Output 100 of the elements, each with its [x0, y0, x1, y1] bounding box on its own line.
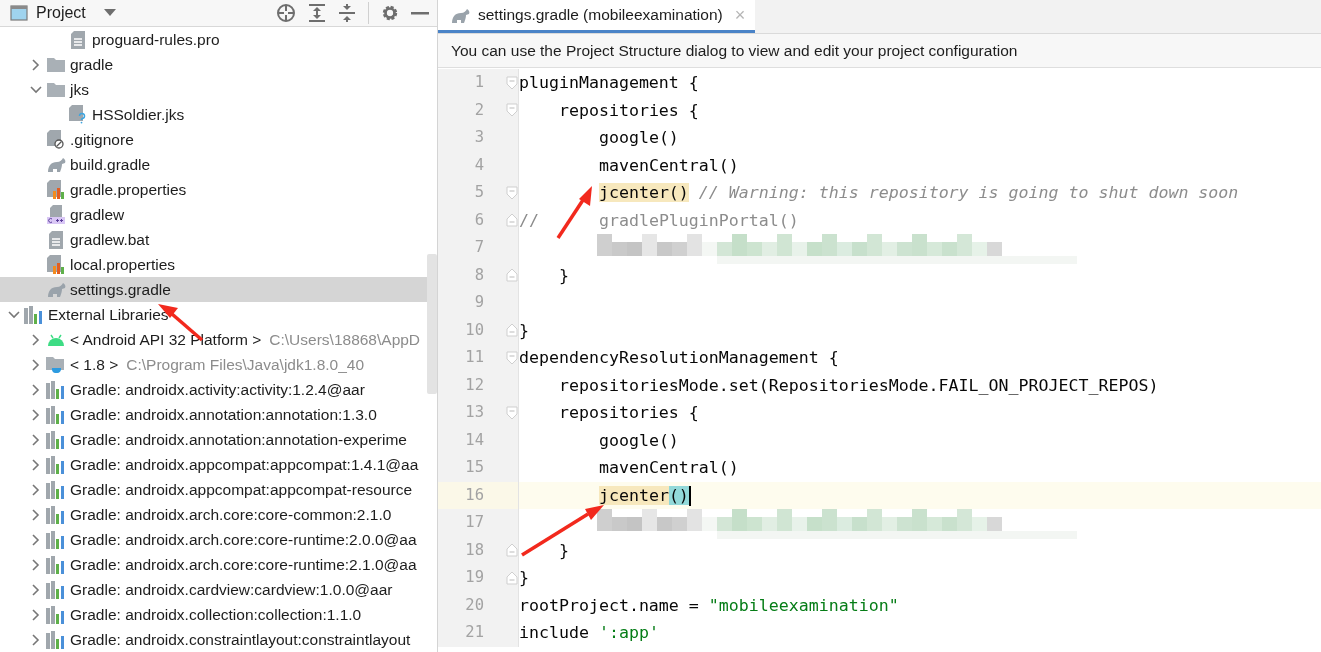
crosshair-icon[interactable] — [276, 3, 296, 23]
chevron-right-icon[interactable] — [32, 508, 40, 521]
chevron-down-icon[interactable] — [30, 85, 42, 94]
chevron-right-icon[interactable] — [32, 483, 40, 496]
tree-item[interactable]: External Libraries — [0, 302, 427, 327]
line-number: 11 — [464, 347, 484, 368]
properties-file-icon — [47, 255, 65, 274]
tree-item[interactable]: local.properties — [0, 252, 427, 277]
line-number: 2 — [473, 99, 484, 121]
item-label: Gradle: androidx.appcompat:appcompat:1.4.1@aa — [70, 455, 419, 474]
line-number: 15 — [464, 457, 484, 478]
code-text: mavenCentral() — [598, 458, 739, 477]
fold-marker-icon[interactable] — [506, 75, 518, 90]
tree-item[interactable]: < 1.8 > C:\Program Files\Java\jdk1.8.0_40 — [0, 352, 427, 377]
info-banner: You can use the Project Structure dialog to view and edit your project configuration — [438, 34, 1321, 68]
chevron-right-icon[interactable] — [32, 583, 40, 596]
item-label: HSSoldier.jks — [92, 105, 185, 124]
chevron-right-icon[interactable] — [32, 433, 40, 446]
code-text: repositories { — [558, 403, 699, 422]
tree-item[interactable]: Gradle: androidx.cardview:cardview:1.0.0@aar — [0, 577, 427, 602]
chevron-right-icon[interactable] — [32, 558, 40, 571]
chevron-right-icon[interactable] — [32, 58, 40, 71]
chevron-right-icon[interactable] — [32, 358, 40, 371]
tree-item[interactable]: Gradle: androidx.activity:activity:1.2.4@aar — [0, 377, 427, 402]
fold-marker-icon[interactable] — [506, 213, 518, 228]
tree-item[interactable]: build.gradle — [0, 152, 427, 177]
tree-item[interactable]: gradle.properties — [0, 177, 427, 202]
tree-item[interactable]: Gradle: androidx.arch.core:core-common:2.1.0 — [0, 502, 427, 527]
item-label: Gradle: androidx.constraintlayout:constraintlayout — [70, 630, 411, 649]
chevron-right-icon[interactable] — [32, 533, 40, 546]
tree-item[interactable]: Gradle: androidx.appcompat:appcompat-resource — [0, 477, 427, 502]
tree-item[interactable]: gradlew.bat — [0, 227, 427, 252]
item-label: proguard-rules.pro — [92, 30, 220, 49]
minimize-icon[interactable] — [411, 11, 429, 15]
fold-marker-icon[interactable] — [506, 405, 518, 420]
tree-item[interactable]: Gradle: androidx.collection:collection:1.1.0 — [0, 602, 427, 627]
code-text: pluginManagement { — [519, 73, 699, 92]
library-icon — [46, 405, 66, 424]
folder-cup-icon — [46, 355, 66, 374]
tree-item[interactable]: .gitignore — [0, 127, 427, 152]
item-label: Gradle: androidx.appcompat:appcompat-resource — [70, 480, 413, 499]
item-label: < 1.8 > — [70, 355, 119, 374]
line-number: 10 — [464, 319, 484, 341]
folder-icon — [47, 57, 65, 72]
tree-item[interactable]: Gradle: androidx.constraintlayout:constraintlayout — [0, 627, 427, 652]
line-number: 18 — [464, 539, 484, 561]
item-label: Gradle: androidx.arch.core:core-runtime:2.0.0@aa — [70, 530, 417, 549]
item-label: External Libraries — [48, 305, 169, 324]
settings-icon[interactable] — [381, 4, 399, 22]
item-label: Gradle: androidx.collection:collection:1.1.0 — [70, 605, 362, 624]
chevron-right-icon[interactable] — [32, 383, 40, 396]
tree-item[interactable]: jks — [0, 77, 427, 102]
fold-marker-icon[interactable] — [506, 543, 518, 558]
item-label: build.gradle — [70, 155, 151, 174]
tree-item[interactable]: Gradle: androidx.annotation:annotation-experime — [0, 427, 427, 452]
chevron-right-icon[interactable] — [32, 608, 40, 621]
text-file-icon — [49, 230, 63, 249]
code-text: mavenCentral() — [598, 155, 739, 175]
fold-marker-icon[interactable] — [506, 570, 518, 585]
line-number: 4 — [473, 154, 484, 176]
tree-item[interactable]: Gradle: androidx.annotation:annotation:1.3.0 — [0, 402, 427, 427]
annotation-arrow — [556, 186, 592, 239]
line-number: 9 — [473, 292, 484, 313]
library-icon — [46, 605, 66, 624]
fold-marker-icon[interactable] — [506, 323, 518, 338]
collapse-all-icon[interactable] — [338, 3, 356, 23]
item-path: C:\Users\18868\AppD — [269, 330, 421, 349]
code-text: include — [519, 623, 590, 642]
tree-item[interactable]: Gradle: androidx.arch.core:core-runtime:2.0.0@aa — [0, 527, 427, 552]
scrollbar-thumb[interactable] — [427, 254, 437, 394]
line-number: 12 — [464, 374, 484, 396]
chevron-right-icon[interactable] — [32, 458, 40, 471]
tree-item[interactable]: Gradle: androidx.arch.core:core-runtime:2.1.0@aa — [0, 552, 427, 577]
fold-marker-icon[interactable] — [506, 103, 518, 118]
chevron-right-icon[interactable] — [32, 408, 40, 421]
tree-item[interactable]: gradle — [0, 52, 427, 77]
tree-item[interactable]: gradlew — [0, 202, 427, 227]
panel-title[interactable]: Project — [36, 4, 86, 22]
tree-item[interactable]: proguard-rules.pro — [0, 27, 427, 52]
fold-marker-icon[interactable] — [506, 268, 518, 283]
fold-marker-icon[interactable] — [506, 185, 518, 200]
cpp-file-icon — [47, 205, 65, 224]
tree-item[interactable]: HSSoldier.jks — [0, 102, 427, 127]
dropdown-caret-icon[interactable] — [103, 9, 116, 17]
code-text: dependencyResolutionManagement { — [519, 348, 839, 367]
fold-marker-icon[interactable] — [506, 350, 518, 365]
library-icon — [46, 580, 66, 599]
tree-item[interactable]: settings.gradle — [0, 277, 427, 302]
chevron-right-icon[interactable] — [32, 633, 40, 646]
expand-all-icon[interactable] — [308, 3, 326, 23]
unknown-file-icon — [69, 105, 87, 124]
chevron-down-icon[interactable] — [8, 310, 20, 319]
chevron-right-icon[interactable] — [32, 333, 40, 346]
editor-tab[interactable]: settings.gradle (mobileexamination) × — [438, 0, 756, 33]
tree-item[interactable]: Gradle: androidx.appcompat:appcompat:1.4.1@aa — [0, 452, 427, 477]
line-number: 14 — [464, 429, 484, 451]
line-number: 7 — [473, 237, 484, 258]
library-icon — [46, 430, 66, 449]
code-text: } — [519, 568, 529, 587]
code-text: () — [668, 485, 689, 505]
